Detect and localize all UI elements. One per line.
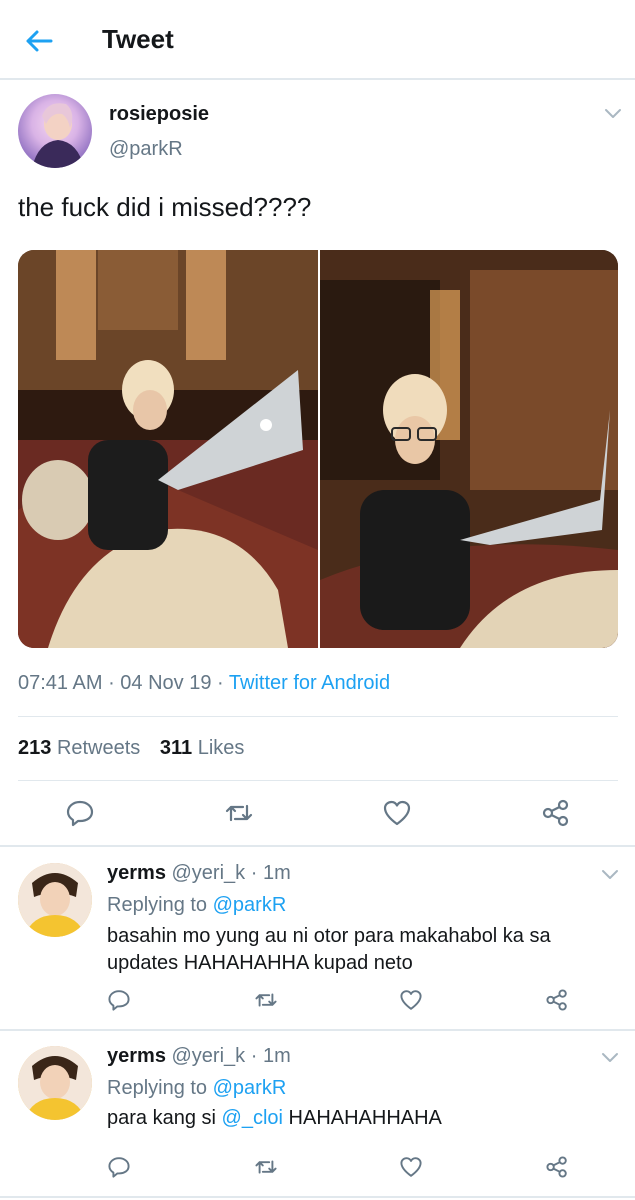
photo-illustration bbox=[320, 250, 618, 648]
mention-link[interactable]: @_cloi bbox=[222, 1107, 283, 1129]
reply-header: yerms @yeri_k · 1m bbox=[107, 862, 291, 885]
reply-author-name[interactable]: yerms bbox=[107, 862, 166, 884]
retweets-stat[interactable]: 213 Retweets bbox=[18, 737, 140, 759]
reply-icon[interactable] bbox=[65, 798, 95, 828]
avatar-image bbox=[18, 863, 92, 937]
reply-time: 1m bbox=[262, 862, 291, 884]
avatar-image bbox=[32, 103, 84, 168]
reply-time: 1m bbox=[262, 1045, 291, 1067]
retweets-label: Retweets bbox=[56, 737, 141, 759]
replying-to-handle[interactable]: @parkR bbox=[213, 1077, 287, 1099]
like-icon[interactable] bbox=[399, 1155, 423, 1179]
chevron-down-icon[interactable] bbox=[600, 868, 620, 882]
divider bbox=[18, 780, 618, 781]
tweet-photo[interactable] bbox=[18, 250, 318, 648]
reply-text: basahin mo yung au ni otor para makahabo… bbox=[107, 925, 551, 974]
tweet-text: the fuck did i missed???? bbox=[18, 192, 312, 222]
tweet-time: 07:41 AM bbox=[18, 672, 103, 694]
replying-to-label: Replying to bbox=[107, 894, 208, 916]
reply-text: para kang si @_cloi HAHAHAHHAHA bbox=[107, 1105, 607, 1132]
divider bbox=[0, 845, 635, 847]
reply-author-name[interactable]: yerms bbox=[107, 1045, 166, 1067]
tweet-stats: 213 Retweets 311 Likes bbox=[18, 737, 258, 760]
tweet-media bbox=[18, 250, 618, 648]
like-icon[interactable] bbox=[399, 988, 423, 1012]
share-icon[interactable] bbox=[541, 798, 571, 828]
replying-to: Replying to @parkR bbox=[107, 1077, 286, 1100]
avatar[interactable] bbox=[18, 863, 92, 937]
divider bbox=[0, 1029, 635, 1031]
author-handle[interactable]: @parkR bbox=[109, 138, 183, 161]
reply-header: yerms @yeri_k · 1m bbox=[107, 1045, 291, 1068]
avatar[interactable] bbox=[18, 1046, 92, 1120]
reply-author-handle[interactable]: @yeri_k bbox=[172, 1045, 246, 1067]
chevron-down-icon[interactable] bbox=[600, 1051, 620, 1065]
retweet-icon[interactable] bbox=[254, 1155, 278, 1179]
author-display-name[interactable]: rosieposie bbox=[109, 103, 209, 126]
divider bbox=[0, 1196, 635, 1198]
retweet-icon[interactable] bbox=[224, 798, 254, 828]
reply-text-prefix: para kang si bbox=[107, 1107, 216, 1129]
like-icon[interactable] bbox=[382, 798, 412, 828]
reply-icon[interactable] bbox=[107, 988, 131, 1012]
chevron-down-icon[interactable] bbox=[603, 107, 623, 121]
app-header: Tweet bbox=[0, 0, 635, 80]
tweet-source-link[interactable]: Twitter for Android bbox=[229, 672, 390, 694]
meta-separator: · bbox=[217, 672, 229, 694]
replying-to-label: Replying to bbox=[107, 1077, 208, 1099]
retweets-count: 213 bbox=[18, 737, 52, 759]
tweet-timestamp: 07:41 AM · 04 Nov 19 · Twitter for Andro… bbox=[18, 672, 390, 695]
meta-separator: · bbox=[250, 862, 258, 884]
likes-label: Likes bbox=[197, 737, 245, 759]
page-title: Tweet bbox=[102, 24, 174, 54]
share-icon[interactable] bbox=[545, 988, 569, 1012]
divider bbox=[18, 716, 618, 717]
photo-illustration bbox=[18, 250, 318, 648]
likes-stat[interactable]: 311 Likes bbox=[160, 737, 245, 759]
meta-separator: · bbox=[108, 672, 121, 694]
share-icon[interactable] bbox=[545, 1155, 569, 1179]
reply-icon[interactable] bbox=[107, 1155, 131, 1179]
meta-separator: · bbox=[250, 1045, 258, 1067]
avatar-image bbox=[18, 1046, 92, 1120]
reply-author-handle[interactable]: @yeri_k bbox=[172, 862, 246, 884]
likes-count: 311 bbox=[159, 737, 193, 759]
arrow-left-icon[interactable] bbox=[22, 24, 56, 58]
replying-to: Replying to @parkR bbox=[107, 894, 286, 917]
avatar[interactable] bbox=[18, 94, 92, 168]
tweet-photo[interactable] bbox=[318, 250, 618, 648]
tweet-date: 04 Nov 19 bbox=[120, 672, 212, 694]
reply-text-suffix: HAHAHAHHAHA bbox=[288, 1107, 442, 1129]
retweet-icon[interactable] bbox=[254, 988, 278, 1012]
replying-to-handle[interactable]: @parkR bbox=[213, 894, 287, 916]
